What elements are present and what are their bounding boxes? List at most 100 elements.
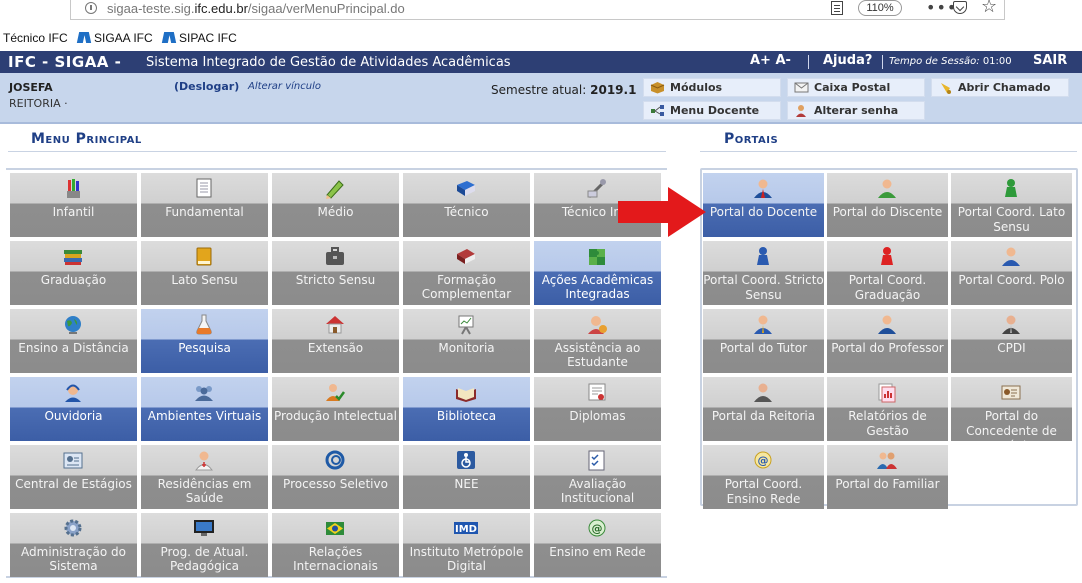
- menu-tile-central-de-estagios[interactable]: Central de Estágios: [10, 445, 137, 509]
- menu-tile-biblioteca[interactable]: Biblioteca: [403, 377, 530, 441]
- id-card-icon: [63, 452, 83, 469]
- portal-tile-portal-coord-lato-sensu[interactable]: Portal Coord. Lato Sensu: [951, 173, 1072, 237]
- tutor-icon: [754, 315, 772, 334]
- menu-tile-tecnico[interactable]: Técnico: [403, 173, 530, 237]
- zoom-indicator[interactable]: 110%: [858, 0, 902, 16]
- menu-tile-residencias-em-saude[interactable]: Residências em Saúde: [141, 445, 268, 509]
- bookmark-sigaa-ifc[interactable]: SIGAA IFC: [78, 31, 153, 45]
- menu-tile-ouvidoria[interactable]: Ouvidoria: [10, 377, 137, 441]
- tile-label: Portal do Docente: [709, 205, 818, 219]
- menu-tile-prog-de-atual-pedagogica[interactable]: Prog. de Atual. Pedagógica: [141, 513, 268, 577]
- menu-tile-relacoes-internacionais[interactable]: Relações Internacionais: [272, 513, 399, 577]
- logout-link[interactable]: (Deslogar): [174, 80, 239, 93]
- tile-label: Monitoria: [438, 341, 495, 355]
- menu-tile-acoes-academicas-integradas[interactable]: Ações Acadêmicas Integradas: [534, 241, 661, 305]
- menu-tile-extensao[interactable]: Extensão: [272, 309, 399, 373]
- tile-label: Stricto Sensu: [295, 273, 376, 287]
- portal-tile-cpdi[interactable]: CPDI: [951, 309, 1072, 373]
- family-icon: [877, 452, 897, 469]
- pocket-icon[interactable]: [953, 1, 967, 14]
- yellow-book-icon: [196, 247, 212, 266]
- menu-tile-ensino-em-rede[interactable]: @ Ensino em Rede: [534, 513, 661, 577]
- author-check-icon: [326, 384, 346, 401]
- tile-label: Portal Coord. Ensino Rede: [724, 477, 803, 506]
- tile-label: Portal do Professor: [831, 341, 944, 355]
- menu-tile-assistencia-ao-estudante[interactable]: Assistência ao Estudante: [534, 309, 661, 373]
- portal-tile-portal-da-reitoria[interactable]: Portal da Reitoria: [703, 377, 824, 441]
- open-ticket-button[interactable]: Abrir Chamado: [931, 78, 1069, 97]
- portal-tile-portal-do-tutor[interactable]: Portal do Tutor: [703, 309, 824, 373]
- menu-tile-producao-intelectual[interactable]: Produção Intelectual: [272, 377, 399, 441]
- teacher-menu-button[interactable]: Menu Docente: [643, 101, 781, 120]
- font-size-controls[interactable]: A+ A-: [750, 53, 791, 68]
- svg-text:@: @: [592, 522, 603, 535]
- portal-tile-portal-do-docente[interactable]: Portal do Docente: [703, 173, 824, 237]
- current-semester: Semestre atual: 2019.1: [491, 83, 636, 97]
- portal-tile-portal-do-familiar[interactable]: Portal do Familiar: [827, 445, 948, 509]
- portal-tile-portal-coord-polo[interactable]: Portal Coord. Polo: [951, 241, 1072, 305]
- system-name: Sistema Integrado de Gestão de Atividade…: [146, 55, 511, 70]
- logout-button[interactable]: SAIR: [1033, 53, 1067, 68]
- mailbox-label: Caixa Postal: [814, 81, 891, 94]
- mailbox-button[interactable]: Caixa Postal: [787, 78, 925, 97]
- user-name: JOSEFA: [9, 81, 53, 94]
- url-path: /sigaa/verMenuPrincipal.do: [247, 1, 405, 16]
- tile-label: Diplomas: [569, 409, 626, 423]
- tile-label: Ensino em Rede: [549, 545, 646, 559]
- menu-tile-infantil[interactable]: Infantil: [10, 173, 137, 237]
- menu-tile-administracao-do-sistema[interactable]: Administração do Sistema: [10, 513, 137, 577]
- session-timer: Tempo de Sessão: 01:00: [889, 56, 1012, 67]
- change-link[interactable]: Alterar vínculo: [248, 81, 321, 92]
- green-pawn-icon: [1005, 179, 1017, 197]
- address-bar[interactable]: sigaa-teste.sig.ifc.edu.br/sigaa/verMenu…: [70, 0, 1005, 20]
- site-info-icon[interactable]: [85, 2, 97, 14]
- reader-view-icon[interactable]: [831, 1, 843, 15]
- tile-label: Infantil: [52, 205, 95, 219]
- menu-tile-nee[interactable]: NEE: [403, 445, 530, 509]
- menu-tile-ambientes-virtuais[interactable]: Ambientes Virtuais: [141, 377, 268, 441]
- tile-label: Portal do Concedente de Estágio: [966, 409, 1057, 441]
- menu-tile-lato-sensu[interactable]: Lato Sensu: [141, 241, 268, 305]
- tile-label: Portal do Familiar: [835, 477, 940, 491]
- tile-label: Residências em Saúde: [157, 477, 252, 505]
- bookmark-star-icon[interactable]: ☆: [981, 0, 997, 17]
- bookmark-label: Técnico IFC: [3, 31, 68, 45]
- change-password-button[interactable]: Alterar senha: [787, 101, 925, 120]
- flag-icon: [326, 522, 344, 535]
- portal-tile-portal-do-concedente-de-estagio[interactable]: Portal do Concedente de Estágio: [951, 377, 1072, 441]
- menu-tile-stricto-sensu[interactable]: Stricto Sensu: [272, 241, 399, 305]
- brand-title: IFC - SIGAA -: [8, 53, 122, 71]
- help-link[interactable]: Ajuda?: [823, 53, 872, 68]
- modules-button[interactable]: Módulos: [643, 78, 781, 97]
- portal-tile-portal-coord-ensino-rede[interactable]: @ Portal Coord. Ensino Rede: [703, 445, 824, 509]
- menu-tile-instituto-metropole-digital[interactable]: IMD Instituto Metrópole Digital: [403, 513, 530, 577]
- tile-label: NEE: [454, 477, 479, 491]
- professor-icon: [878, 315, 896, 334]
- globe-icon: [65, 316, 81, 334]
- bookmark-sipac-ifc[interactable]: SIPAC IFC: [163, 31, 237, 45]
- menu-tile-ensino-a-distancia[interactable]: Ensino a Distância: [10, 309, 137, 373]
- tile-label: Central de Estágios: [15, 477, 132, 491]
- menu-tile-diplomas[interactable]: Diplomas: [534, 377, 661, 441]
- tile-label: CPDI: [997, 341, 1026, 355]
- menu-tile-avaliacao-institucional[interactable]: Avaliação Institucional: [534, 445, 661, 509]
- menu-tile-processo-seletivo[interactable]: Processo Seletivo: [272, 445, 399, 509]
- portal-tile-relatorios-de-gestao[interactable]: Relatórios de Gestão: [827, 377, 948, 441]
- menu-tile-fundamental[interactable]: Fundamental: [141, 173, 268, 237]
- blue-book-icon: [457, 181, 475, 196]
- crayons-icon: [67, 179, 80, 198]
- bookmark-tecnico-ifc[interactable]: Técnico IFC: [3, 31, 68, 45]
- portal-tile-portal-do-discente[interactable]: Portal do Discente: [827, 173, 948, 237]
- menu-tile-medio[interactable]: Médio: [272, 173, 399, 237]
- tile-label: Formação Complementar: [421, 273, 512, 301]
- portal-tile-portal-do-professor[interactable]: Portal do Professor: [827, 309, 948, 373]
- divider: [700, 151, 1077, 152]
- url-text[interactable]: sigaa-teste.sig.ifc.edu.br/sigaa/verMenu…: [107, 1, 405, 16]
- session-label: Tempo de Sessão:: [889, 56, 980, 67]
- portal-tile-portal-coord-stricto-sensu[interactable]: Portal Coord. Stricto Sensu: [703, 241, 824, 305]
- portal-tile-portal-coord-graduacao[interactable]: Portal Coord. Graduação: [827, 241, 948, 305]
- menu-tile-formacao-complementar[interactable]: Formação Complementar: [403, 241, 530, 305]
- menu-tile-graduacao[interactable]: Graduação: [10, 241, 137, 305]
- menu-tile-monitoria[interactable]: Monitoria: [403, 309, 530, 373]
- menu-tile-pesquisa[interactable]: Pesquisa: [141, 309, 268, 373]
